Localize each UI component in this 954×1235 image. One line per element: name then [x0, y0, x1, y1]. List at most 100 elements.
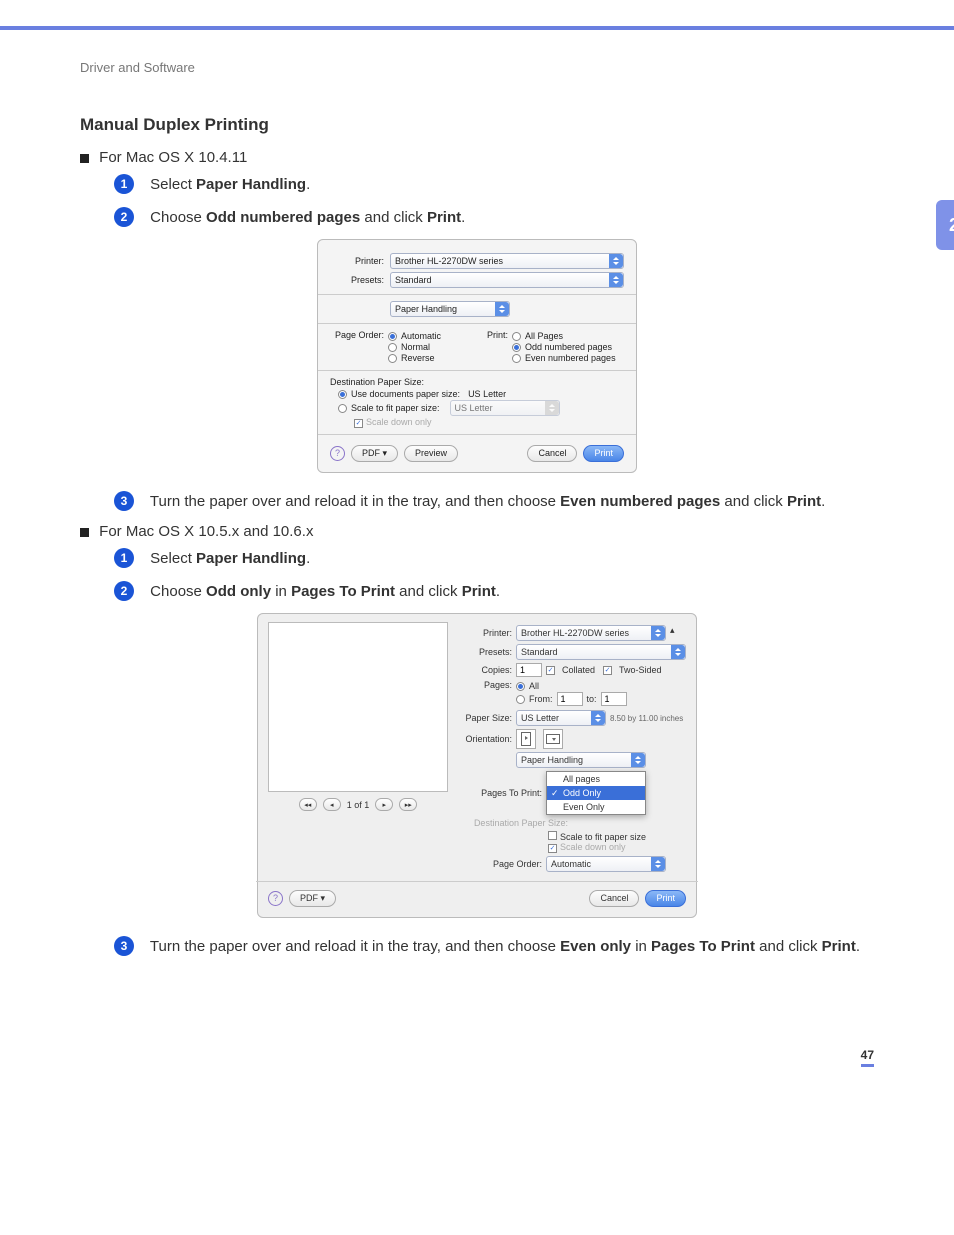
preview-button[interactable]: Preview: [404, 445, 458, 462]
page-order-automatic-radio[interactable]: Automatic: [388, 331, 441, 341]
paper-dimensions: 8.50 by 11.00 inches: [610, 714, 683, 723]
step-number-badge: 1: [114, 174, 134, 194]
orientation-label: Orientation:: [458, 734, 512, 744]
printer-label: Printer:: [330, 256, 390, 266]
select-arrows-icon: [545, 401, 559, 415]
pages-to-print-dropdown[interactable]: All pages Odd Only Even Only: [546, 771, 646, 815]
section-b-text: For Mac OS X 10.5.x and 10.6.x: [99, 523, 313, 540]
paper-size-select[interactable]: US Letter: [516, 710, 606, 726]
nav-first-button[interactable]: ◂◂: [299, 798, 317, 811]
radio-icon: [388, 354, 397, 363]
page-title: Manual Duplex Printing: [80, 115, 874, 135]
section-a-text: For Mac OS X 10.4.11: [99, 149, 247, 166]
scale-to-fit-checkbox[interactable]: Scale to fit paper size: [548, 831, 686, 842]
dropdown-option-even[interactable]: Even Only: [547, 800, 645, 814]
expand-icon[interactable]: ▴: [670, 625, 686, 641]
orientation-landscape-button[interactable]: [543, 729, 563, 749]
help-icon[interactable]: ?: [268, 891, 283, 906]
section-heading-a: For Mac OS X 10.4.11: [80, 149, 874, 166]
cancel-button[interactable]: Cancel: [527, 445, 577, 462]
pages-from-input[interactable]: [557, 692, 583, 706]
printer-select[interactable]: Brother HL-2270DW series: [516, 625, 666, 641]
pdf-button[interactable]: PDF ▾: [289, 890, 336, 907]
pane-select[interactable]: Paper Handling: [516, 752, 646, 768]
step-a1: 1 Select Paper Handling.: [114, 174, 874, 197]
page-order-label: Page Order:: [458, 859, 542, 869]
step-a3: 3 Turn the paper over and reload it in t…: [114, 491, 874, 514]
select-arrows-icon: [651, 857, 665, 871]
presets-label: Presets:: [458, 647, 512, 657]
select-arrows-icon: [631, 753, 645, 767]
pages-label: Pages:: [458, 680, 512, 690]
step-number-badge: 2: [114, 581, 134, 601]
page-order-normal-radio[interactable]: Normal: [388, 342, 441, 352]
pane-select[interactable]: Paper Handling: [390, 301, 510, 317]
nav-last-button[interactable]: ▸▸: [399, 798, 417, 811]
pages-all-radio[interactable]: All: [516, 681, 627, 691]
presets-label: Presets:: [330, 275, 390, 285]
dropdown-option-all[interactable]: All pages: [547, 772, 645, 786]
scale-down-checkbox: Scale down only: [548, 842, 686, 853]
select-arrows-icon: [495, 302, 509, 316]
square-bullet-icon: [80, 154, 89, 163]
page-footer: 47: [0, 1008, 954, 1067]
step-number-badge: 2: [114, 207, 134, 227]
print-label: Print:: [482, 330, 512, 364]
copies-label: Copies:: [458, 665, 512, 675]
orientation-portrait-button[interactable]: [516, 729, 536, 749]
print-button[interactable]: Print: [645, 890, 686, 907]
print-all-radio[interactable]: All Pages: [512, 331, 616, 341]
nav-prev-button[interactable]: ◂: [323, 798, 341, 811]
radio-icon: [388, 332, 397, 341]
radio-icon: [512, 343, 521, 352]
print-dialog-10-4: Printer: Brother HL-2270DW series Preset…: [317, 239, 637, 473]
step-b2: 2 Choose Odd only in Pages To Print and …: [114, 581, 874, 604]
use-doc-size-radio[interactable]: Use documents paper size: US Letter: [338, 389, 624, 399]
radio-icon: [516, 682, 525, 691]
step-number-badge: 3: [114, 936, 134, 956]
pdf-button[interactable]: PDF ▾: [351, 445, 398, 462]
nav-page-count: 1 of 1: [347, 800, 370, 810]
nav-next-button[interactable]: ▸: [375, 798, 393, 811]
section-heading-b: For Mac OS X 10.5.x and 10.6.x: [80, 523, 874, 540]
radio-icon: [512, 332, 521, 341]
select-arrows-icon: [651, 626, 665, 640]
step-b3: 3 Turn the paper over and reload it in t…: [114, 936, 874, 959]
print-odd-radio[interactable]: Odd numbered pages: [512, 342, 616, 352]
scale-paper-select: US Letter: [450, 400, 560, 416]
checkbox-icon: [548, 831, 557, 840]
presets-select[interactable]: Standard: [390, 272, 624, 288]
pages-from-radio[interactable]: From: to:: [516, 692, 627, 706]
dropdown-option-odd[interactable]: Odd Only: [547, 786, 645, 800]
collated-checkbox[interactable]: [546, 666, 555, 675]
step-number-badge: 3: [114, 491, 134, 511]
presets-select[interactable]: Standard: [516, 644, 686, 660]
pages-to-input[interactable]: [601, 692, 627, 706]
print-button[interactable]: Print: [583, 445, 624, 462]
cancel-button[interactable]: Cancel: [589, 890, 639, 907]
page-order-label: Page Order:: [330, 330, 388, 364]
scale-down-checkbox: Scale down only: [354, 417, 624, 428]
print-even-radio[interactable]: Even numbered pages: [512, 353, 616, 363]
help-icon[interactable]: ?: [330, 446, 345, 461]
print-preview-pane: [268, 622, 448, 792]
select-arrows-icon: [609, 254, 623, 268]
pages-to-print-label: Pages To Print:: [458, 788, 542, 798]
scale-to-fit-radio[interactable]: Scale to fit paper size: US Letter: [338, 400, 624, 416]
printer-select[interactable]: Brother HL-2270DW series: [390, 253, 624, 269]
radio-icon: [388, 343, 397, 352]
dest-size-label: Destination Paper Size:: [330, 377, 624, 387]
checkbox-icon: [354, 419, 363, 428]
page-number: 47: [861, 1048, 874, 1067]
radio-icon: [516, 695, 525, 704]
print-dialog-10-5: ◂◂ ◂ 1 of 1 ▸ ▸▸ Printer: Brother HL-227…: [257, 613, 697, 918]
select-arrows-icon: [609, 273, 623, 287]
paper-size-label: Paper Size:: [458, 713, 512, 723]
page-order-reverse-radio[interactable]: Reverse: [388, 353, 441, 363]
step-number-badge: 1: [114, 548, 134, 568]
two-sided-checkbox[interactable]: [603, 666, 612, 675]
top-border: [0, 0, 954, 30]
radio-icon: [338, 390, 347, 399]
page-order-select[interactable]: Automatic: [546, 856, 666, 872]
copies-input[interactable]: [516, 663, 542, 677]
